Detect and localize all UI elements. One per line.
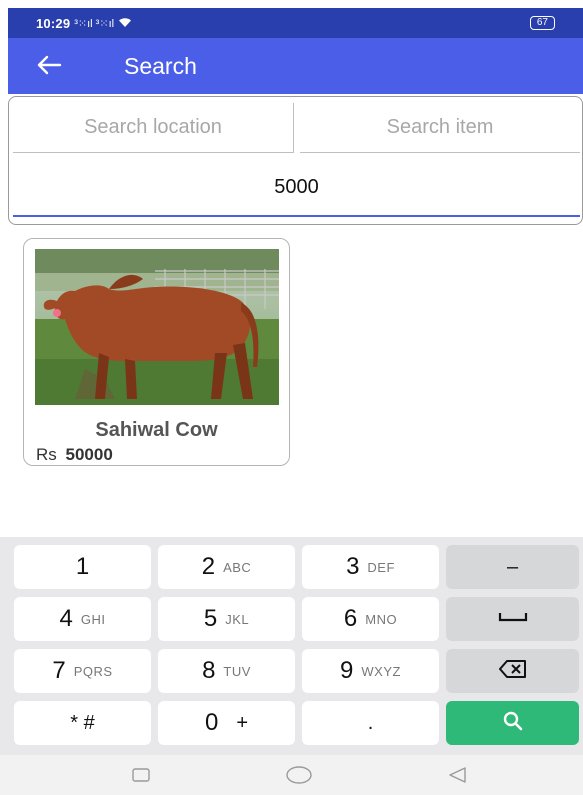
- key-0-label: 0: [204, 709, 219, 736]
- key-1[interactable]: 1: [14, 545, 151, 589]
- price-amount: 50000: [65, 445, 113, 464]
- key-6-label: 6: [343, 605, 358, 632]
- key-8-label: 8: [202, 657, 216, 684]
- key-2-letters: ABC: [223, 559, 252, 575]
- signal-icons: ³⁙ıl ³⁙ıl: [74, 17, 115, 30]
- key-minus-label: –: [506, 555, 519, 578]
- wifi-icon: [118, 16, 132, 31]
- search-icon: [502, 710, 524, 737]
- search-panel: Search location Search item 5000: [8, 96, 583, 225]
- key-5-label: 5: [203, 605, 218, 632]
- search-fields-row: Search location Search item: [13, 103, 580, 153]
- key-9-letters: WXYZ: [361, 663, 401, 679]
- numeric-keyboard: 1 2 ABC 3 DEF – 4 GHI 5 JKL 6 MNO 7 PQRS…: [0, 537, 583, 755]
- key-3-letters: DEF: [367, 559, 395, 575]
- key-5[interactable]: 5 JKL: [158, 597, 295, 641]
- key-4[interactable]: 4 GHI: [14, 597, 151, 641]
- key-4-label: 4: [59, 605, 73, 632]
- product-card[interactable]: Sahiwal Cow Rs 50000: [23, 238, 290, 466]
- system-nav-bar: [0, 755, 583, 795]
- product-price: Rs 50000: [36, 445, 113, 465]
- status-time: 10:29: [36, 15, 71, 31]
- price-input[interactable]: 5000: [13, 159, 580, 217]
- key-7-letters: PQRS: [73, 663, 113, 679]
- search-location-input[interactable]: Search location: [13, 103, 294, 153]
- backspace-icon: [498, 659, 528, 684]
- key-minus[interactable]: –: [446, 545, 579, 589]
- key-dot[interactable]: .: [302, 701, 439, 745]
- key-star-hash[interactable]: * #: [14, 701, 151, 745]
- key-1-label: 1: [75, 553, 90, 580]
- key-star-hash-label: * #: [70, 711, 95, 734]
- search-item-input[interactable]: Search item: [300, 103, 580, 153]
- space-icon: [498, 610, 528, 628]
- key-5-letters: JKL: [225, 611, 250, 627]
- key-7-label: 7: [52, 657, 66, 684]
- key-search[interactable]: [446, 701, 579, 745]
- product-photo: [35, 249, 279, 405]
- product-name: Sahiwal Cow: [95, 419, 218, 441]
- key-0[interactable]: 0 +: [158, 701, 295, 745]
- currency-label: Rs: [36, 445, 57, 464]
- back-triangle-icon[interactable]: [437, 761, 477, 789]
- key-8-letters: TUV: [223, 663, 251, 679]
- key-3[interactable]: 3 DEF: [302, 545, 439, 589]
- key-3-label: 3: [346, 553, 360, 580]
- key-backspace[interactable]: [446, 649, 579, 693]
- key-space[interactable]: [446, 597, 579, 641]
- status-bar: 10:29 ³⁙ıl ³⁙ıl 67: [8, 8, 583, 38]
- key-2-label: 2: [201, 553, 216, 580]
- key-4-letters: GHI: [80, 611, 106, 627]
- key-2[interactable]: 2 ABC: [158, 545, 295, 589]
- key-6-letters: MNO: [365, 611, 398, 627]
- recent-apps-icon[interactable]: [121, 761, 161, 789]
- key-dot-label: .: [367, 711, 374, 734]
- key-7[interactable]: 7 PQRS: [14, 649, 151, 693]
- key-9-label: 9: [340, 657, 354, 684]
- arrow-left-icon[interactable]: [36, 53, 80, 79]
- key-0-plus: +: [236, 711, 249, 734]
- app-bar: Search: [8, 38, 583, 94]
- key-6[interactable]: 6 MNO: [302, 597, 439, 641]
- key-9[interactable]: 9 WXYZ: [302, 649, 439, 693]
- key-8[interactable]: 8 TUV: [158, 649, 295, 693]
- battery-indicator: 67: [529, 16, 555, 30]
- home-icon[interactable]: [279, 761, 319, 789]
- page-title: Search: [124, 52, 197, 79]
